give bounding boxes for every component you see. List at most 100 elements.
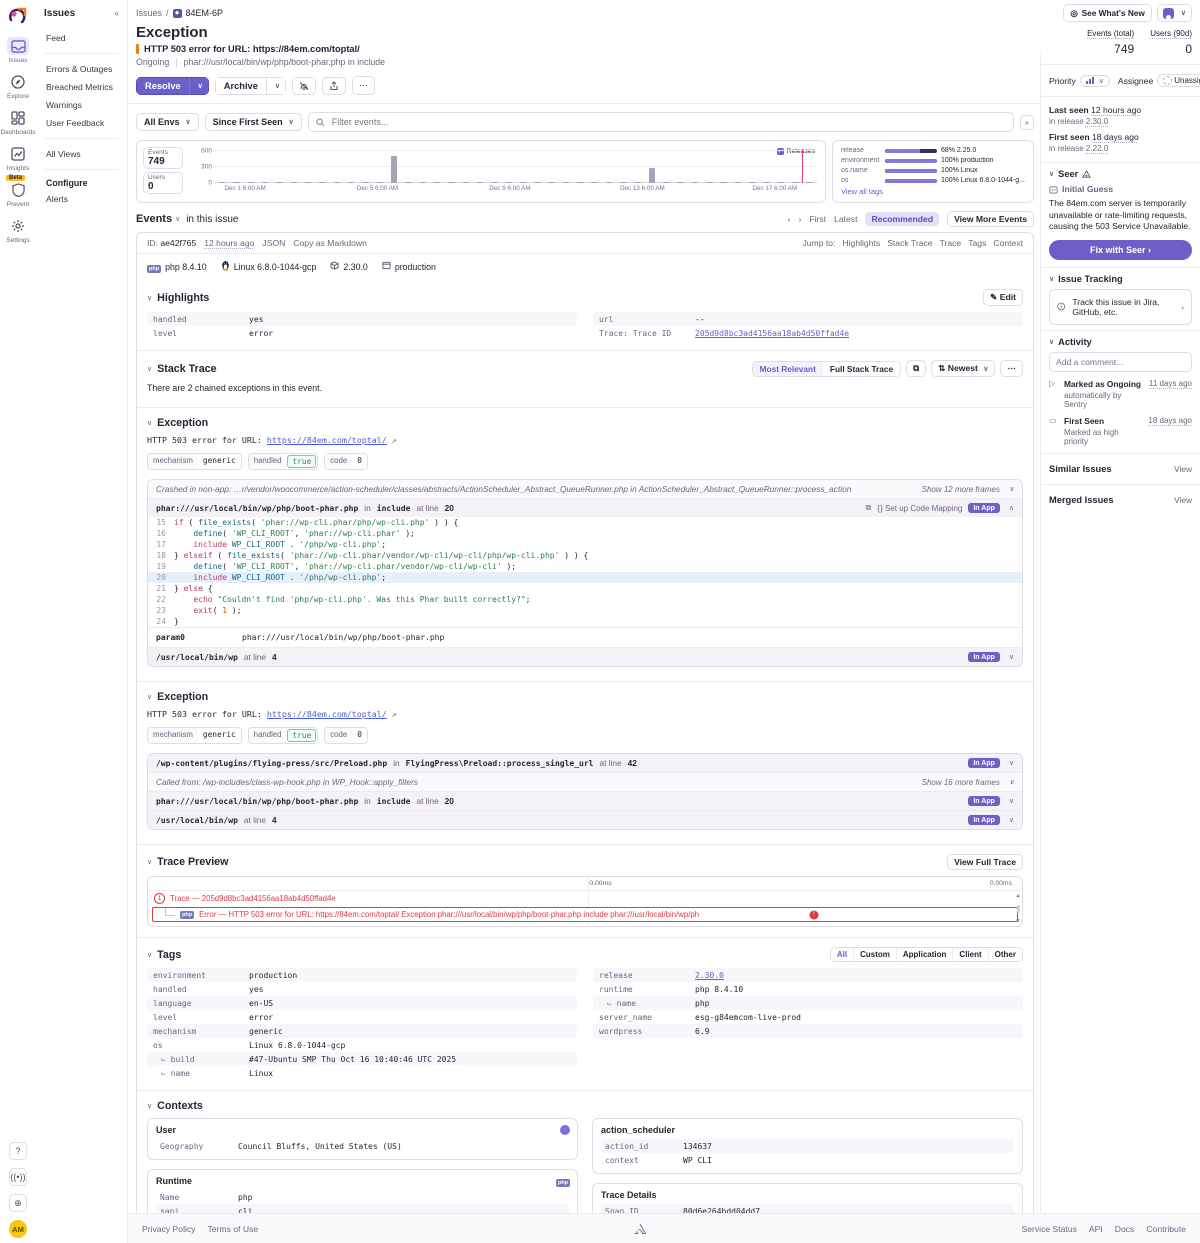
kv-value-link[interactable]: 205d9d8bc3ad4156aa18ab4d50ffad4e xyxy=(695,329,849,338)
tag-distribution-row[interactable]: environment100% production xyxy=(841,157,1025,164)
sidebar-item-warnings[interactable]: Warnings xyxy=(44,96,119,114)
search-input[interactable] xyxy=(330,116,1006,128)
stack-frame[interactable]: /usr/local/bin/wpat line4In App∨ xyxy=(148,810,1022,829)
last-seen-value[interactable]: 12 hours ago xyxy=(1091,105,1141,115)
rail-item-settings[interactable]: Settings xyxy=(2,217,34,244)
view-full-trace-button[interactable]: View Full Trace xyxy=(947,854,1023,870)
view-all-tags-link[interactable]: View all tags xyxy=(841,187,1025,196)
issue-tracking-card[interactable]: Track this issue in Jira, GitHub, etc. › xyxy=(1049,289,1192,325)
environment-filter[interactable]: All Envs∨ xyxy=(136,113,199,131)
rail-item-issues[interactable]: Issues xyxy=(2,37,34,64)
exception-1-url-link[interactable]: https://84em.com/toptal/ xyxy=(267,435,387,445)
view-more-events-button[interactable]: View More Events xyxy=(947,211,1034,227)
priority-dropdown[interactable]: ∨ xyxy=(1080,75,1110,87)
tags-chevron-icon[interactable]: ∨ xyxy=(147,951,152,959)
prev-event-button[interactable]: ‹ xyxy=(788,214,791,224)
tag-filter-application[interactable]: Application xyxy=(896,948,953,961)
first-seen-release-link[interactable]: 2.22.0 xyxy=(1086,144,1108,153)
highlights-chevron-icon[interactable]: ∨ xyxy=(147,294,152,302)
expand-frame-icon[interactable]: ∨ xyxy=(1009,797,1014,805)
sidebar-item-errors-outages[interactable]: Errors & Outages xyxy=(44,60,119,78)
trace-scrollbar[interactable]: ▲▼ xyxy=(1015,893,1021,924)
copy-markdown-link[interactable]: Copy as Markdown xyxy=(293,238,367,248)
users-count-box[interactable]: Users 0 xyxy=(143,172,183,194)
expand-frame-icon[interactable]: ∨ xyxy=(1009,759,1014,767)
expanded-frame-header[interactable]: phar:///usr/local/bin/wp/php/boot-phar.p… xyxy=(148,498,1022,517)
collapsed-frame[interactable]: /usr/local/bin/wp at line 4 In App∨ xyxy=(148,647,1022,666)
exception-2-chevron-icon[interactable]: ∨ xyxy=(147,693,152,701)
crashed-non-app-frame[interactable]: Crashed in non-app: …r/vendor/woocommerc… xyxy=(148,480,1022,498)
sidebar-item-alerts[interactable]: Alerts xyxy=(44,190,119,208)
comment-input[interactable]: Add a comment... xyxy=(1049,352,1192,372)
sidebar-item-breached-metrics[interactable]: Breached Metrics xyxy=(44,78,119,96)
help-icon[interactable]: ? xyxy=(9,1142,27,1160)
sidebar-item-all-views[interactable]: All Views xyxy=(44,145,119,163)
broadcast-icon[interactable]: ((•)) xyxy=(9,1168,27,1186)
stack-trace-chevron-icon[interactable]: ∨ xyxy=(147,365,152,373)
seer-chevron-icon[interactable]: ∨ xyxy=(1049,170,1054,178)
event-chip-linux[interactable]: Linux 6.8.0-1044-gcp xyxy=(221,260,317,273)
jump-link-trace[interactable]: Trace xyxy=(940,238,962,248)
sidebar-item-feed[interactable]: Feed xyxy=(44,29,119,47)
event-chip-release[interactable]: 2.30.0 xyxy=(330,261,367,272)
tag-filter-custom[interactable]: Custom xyxy=(853,948,896,961)
first-seen-value[interactable]: 18 days ago xyxy=(1092,132,1139,142)
breadcrumb-issues[interactable]: Issues xyxy=(136,8,162,18)
edit-highlights-button[interactable]: ✎ Edit xyxy=(983,289,1023,306)
called-from-frame[interactable]: Called from: /wp-includes/class-wp-hook.… xyxy=(148,772,1022,791)
sidebar-item-user-feedback[interactable]: User Feedback xyxy=(44,114,119,132)
tag-filter-other[interactable]: Other xyxy=(988,948,1022,961)
kv-value-link[interactable]: 2.30.0 xyxy=(695,971,724,980)
collapse-panel-button[interactable]: » xyxy=(1020,115,1034,130)
rail-item-prevent[interactable]: BetaPrevent xyxy=(2,181,34,208)
footer-link-contribute[interactable]: Contribute xyxy=(1146,1224,1186,1234)
stack-frame[interactable]: phar:///usr/local/bin/wp/php/boot-phar.p… xyxy=(148,791,1022,810)
most-relevant-toggle[interactable]: Most Relevant xyxy=(753,362,823,376)
json-link[interactable]: JSON xyxy=(262,238,285,248)
stack-trace-copy-button[interactable]: ⧉ xyxy=(906,360,926,377)
upsell-icon[interactable]: ⊕ xyxy=(9,1194,27,1212)
tag-filter-client[interactable]: Client xyxy=(952,948,987,961)
last-seen-release-link[interactable]: 2.30.0 xyxy=(1086,117,1108,126)
events-count-box[interactable]: Events 749 xyxy=(143,147,183,169)
account-menu-button[interactable]: ∨ xyxy=(1157,4,1192,22)
events-title[interactable]: Events xyxy=(136,213,172,225)
event-chip-php[interactable]: phpphp 8.4.10 xyxy=(147,262,207,272)
expand-frame-icon[interactable]: ∨ xyxy=(1009,653,1014,661)
tag-filter-all[interactable]: All xyxy=(831,948,853,961)
date-range-filter[interactable]: Since First Seen∨ xyxy=(205,113,302,131)
footer-link-privacy-policy[interactable]: Privacy Policy xyxy=(142,1224,195,1234)
code-mapping-link[interactable]: {} Set up Code Mapping xyxy=(877,504,962,513)
footer-link-service-status[interactable]: Service Status xyxy=(1021,1224,1076,1234)
show-more-frames-link[interactable]: Show 16 more frames xyxy=(922,778,1000,787)
jump-link-tags[interactable]: Tags xyxy=(968,238,986,248)
stack-frame[interactable]: /wp-content/plugins/flying-press/src/Pre… xyxy=(148,754,1022,772)
breadcrumb-short-id[interactable]: 84EM-6P xyxy=(186,8,224,18)
tag-distribution-row[interactable]: os100% Linux 6.8.0-1044-g... xyxy=(841,177,1025,184)
footer-link-docs[interactable]: Docs xyxy=(1115,1224,1135,1234)
sort-newest-dropdown[interactable]: ⇅ Newest ∨ xyxy=(931,360,995,377)
event-id-value[interactable]: ae42f765 xyxy=(160,238,196,248)
sentry-logo[interactable] xyxy=(7,5,29,27)
collapse-frame-icon[interactable]: ∧ xyxy=(1009,504,1014,512)
share-button[interactable] xyxy=(322,77,346,95)
resolve-button[interactable]: Resolve xyxy=(136,77,189,95)
exception-1-chevron-icon[interactable]: ∨ xyxy=(147,419,152,427)
tag-distribution-row[interactable]: release68% 2.25.0 xyxy=(841,147,1025,154)
exception-2-url-link[interactable]: https://84em.com/toptal/ xyxy=(267,709,387,719)
more-actions-button[interactable]: ⋯ xyxy=(352,76,375,95)
rail-item-dashboards[interactable]: Dashboards xyxy=(2,109,34,136)
jump-link-stack-trace[interactable]: Stack Trace xyxy=(887,238,932,248)
contexts-chevron-icon[interactable]: ∨ xyxy=(147,1102,152,1110)
tag-distribution-row[interactable]: os.name100% Linux xyxy=(841,167,1025,174)
stack-trace-more-button[interactable]: ⋯ xyxy=(1000,360,1023,377)
copy-frame-icon[interactable]: ⧉ xyxy=(866,503,872,513)
sidebar-collapse-icon[interactable]: « xyxy=(115,9,119,18)
latest-event-link[interactable]: Latest xyxy=(834,214,857,224)
trace-error-row[interactable]: php Error — HTTP 503 error for URL: http… xyxy=(152,907,1018,922)
similar-issues-view-button[interactable]: View xyxy=(1174,464,1192,474)
event-age[interactable]: 12 hours ago xyxy=(204,238,254,248)
full-stack-trace-toggle[interactable]: Full Stack Trace xyxy=(823,362,900,376)
issue-tracking-chevron-icon[interactable]: ∨ xyxy=(1049,275,1054,283)
first-event-link[interactable]: First xyxy=(809,214,826,224)
